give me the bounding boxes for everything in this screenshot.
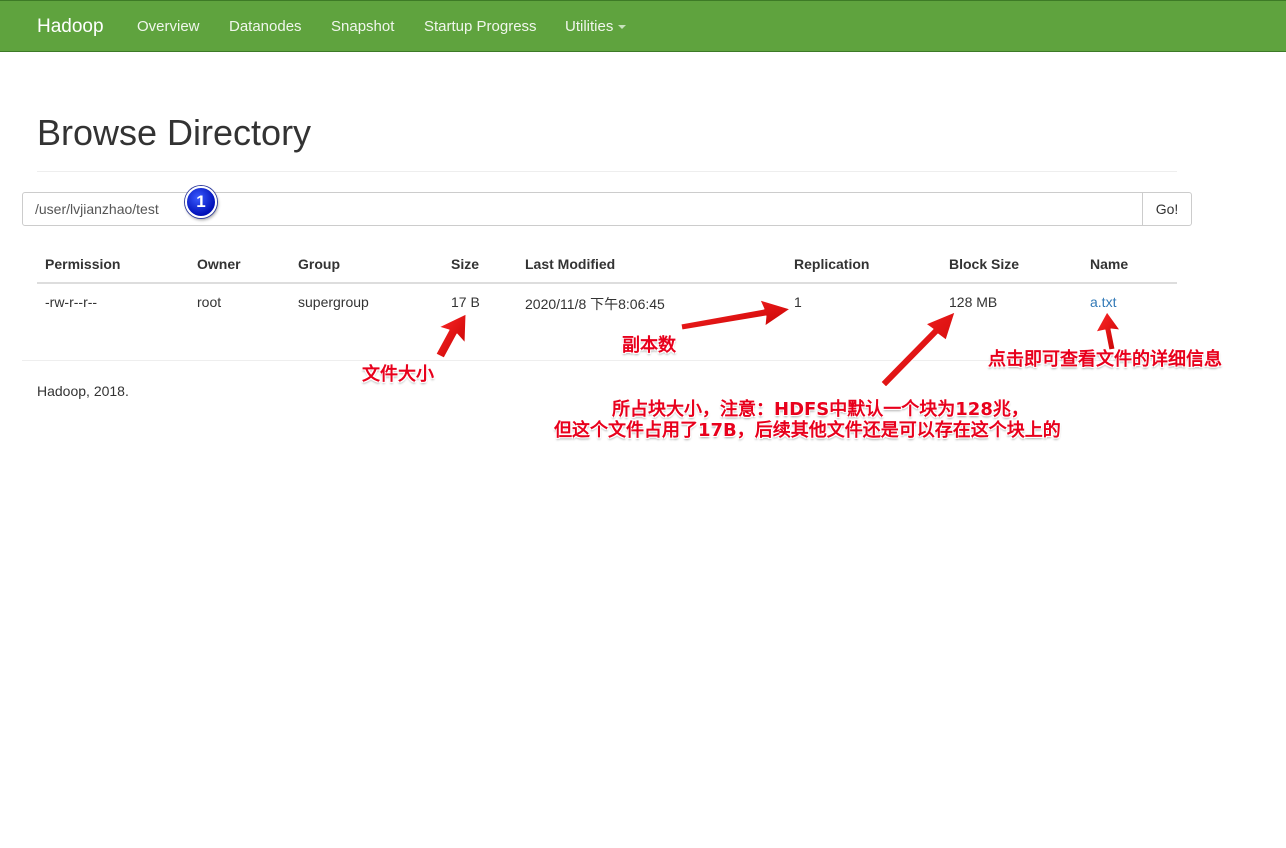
replication-arrow-icon bbox=[680, 299, 791, 331]
annotation-file-name: 点击即可查看文件的详细信息 bbox=[988, 349, 1222, 370]
annotation-size: 文件大小 bbox=[362, 364, 434, 385]
annotation-block-size-line2: 但这个文件占用了17B，后续其他文件还是可以存在这个块上的 bbox=[554, 420, 1061, 441]
block-size-arrow-icon bbox=[880, 311, 956, 388]
size-arrow-icon bbox=[435, 313, 467, 359]
annotation-replication: 副本数 bbox=[622, 335, 676, 356]
